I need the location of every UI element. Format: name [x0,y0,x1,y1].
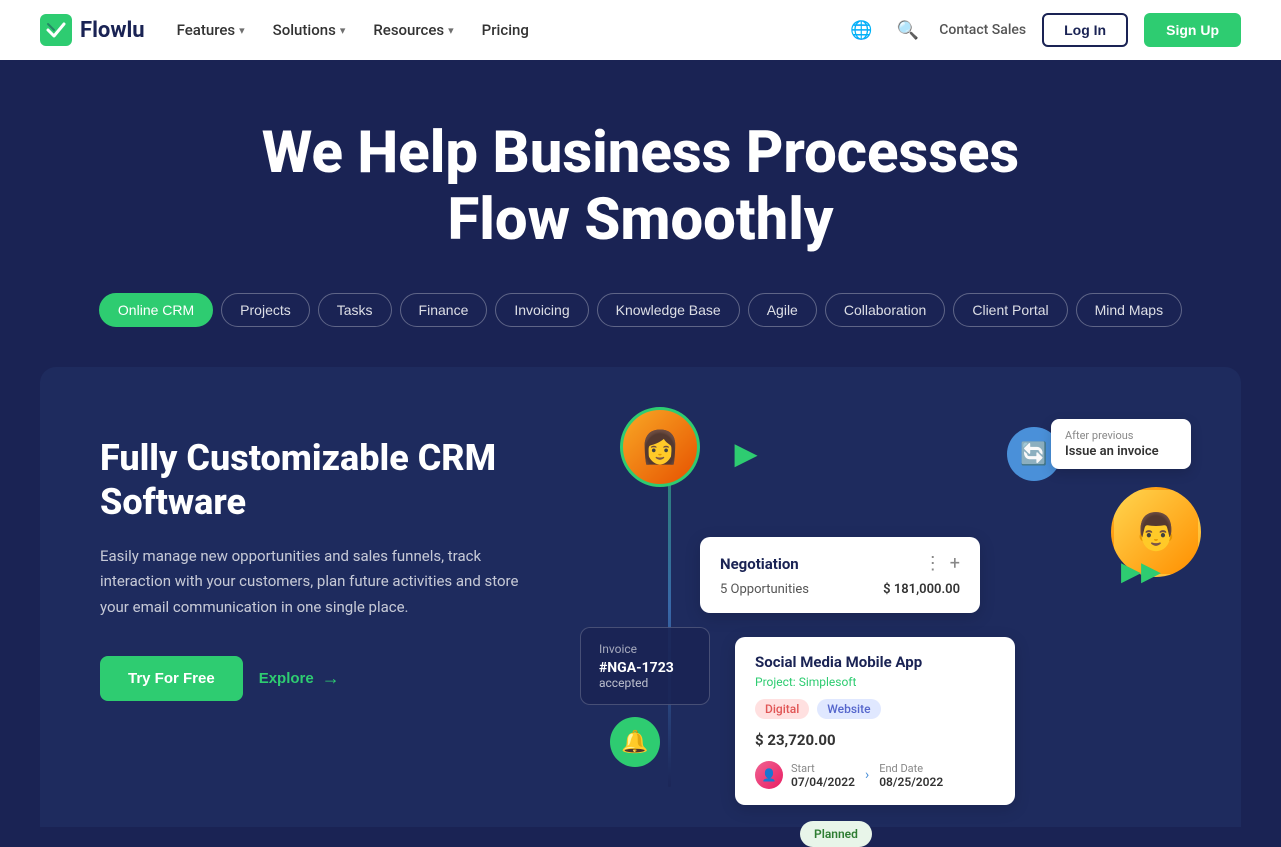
card-actions: ⋮ + [924,553,960,574]
notification-bell[interactable]: 🔔 [610,717,660,767]
negotiation-card-header: Negotiation ⋮ + [720,553,960,574]
tab-finance[interactable]: Finance [400,293,488,327]
more-options-icon[interactable]: ⋮ [924,553,942,574]
crm-description: Easily manage new opportunities and sale… [100,544,520,621]
social-card-tags: Digital Website [755,699,995,719]
avatar-woman: 👩 [620,407,700,487]
tab-knowledge-base[interactable]: Knowledge Base [597,293,740,327]
tab-projects[interactable]: Projects [221,293,310,327]
nav-solutions[interactable]: Solutions ▾ [273,21,346,39]
date-arrow-icon: › [865,767,869,783]
hero-headline: We Help Business Processes Flow Smoothly [191,120,1091,253]
hero-section: We Help Business Processes Flow Smoothly… [0,60,1281,327]
tab-client-portal[interactable]: Client Portal [953,293,1067,327]
tab-invoicing[interactable]: Invoicing [495,293,588,327]
social-card-project: Project: Simplesoft [755,675,995,689]
negotiation-amount: $ 181,000.00 [883,582,960,597]
social-card-title: Social Media Mobile App [755,653,995,671]
logo-text: Flowlu [80,18,145,43]
search-icon[interactable]: 🔍 [893,16,923,45]
nav-pricing[interactable]: Pricing [482,21,529,39]
end-label: End Date [879,762,943,775]
date-range: Start 07/04/2022 › End Date 08/25/2022 [791,762,943,789]
social-card-dates: 👤 Start 07/04/2022 › End Date 08/25/2022 [755,761,995,789]
social-card-amount: $ 23,720.00 [755,731,995,749]
nav-right: 🌐 🔍 Contact Sales Log In Sign Up [846,13,1241,47]
tab-agile[interactable]: Agile [748,293,817,327]
globe-icon[interactable]: 🌐 [846,16,876,45]
tag-digital: Digital [755,699,809,719]
start-label: Start [791,762,855,775]
cta-buttons: Try For Free Explore → [100,656,520,701]
play-icon: ▶ [735,437,757,470]
signup-button[interactable]: Sign Up [1144,13,1241,47]
crm-content-section: Fully Customizable CRM Software Easily m… [40,367,1241,827]
logo[interactable]: Flowlu [40,14,145,46]
add-icon[interactable]: + [950,553,960,574]
navbar: Flowlu Features ▾ Solutions ▾ Resources … [0,0,1281,60]
invoice-status: accepted [599,676,691,690]
try-for-free-button[interactable]: Try For Free [100,656,243,701]
negotiation-stats: 5 Opportunities $ 181,000.00 [720,582,960,597]
after-previous-label: After previous [1065,429,1177,442]
tab-tasks[interactable]: Tasks [318,293,392,327]
opportunities-count: 5 Opportunities [720,582,809,597]
after-previous-card: After previous Issue an invoice [1051,419,1191,469]
chevron-down-icon: ▾ [239,24,245,37]
double-arrow-icon: ▶▶ [1121,557,1161,587]
social-media-card: Social Media Mobile App Project: Simples… [735,637,1015,805]
avatar-small: 👤 [755,761,783,789]
planned-badge: Planned [800,821,872,847]
nav-links: Features ▾ Solutions ▾ Resources ▾ Prici… [177,21,815,39]
negotiation-card: Negotiation ⋮ + 5 Opportunities $ 181,00… [700,537,980,613]
end-date: 08/25/2022 [879,775,943,789]
crm-illustration: 👩 ▶ 🔄 After previous Issue an invoice Ne… [580,427,1181,827]
explore-button[interactable]: Explore → [259,668,340,689]
start-date: 07/04/2022 [791,775,855,789]
login-button[interactable]: Log In [1042,13,1128,47]
end-date-group: End Date 08/25/2022 [879,762,943,789]
invoice-box: Invoice #NGA-1723 accepted [580,627,710,705]
tab-online-crm[interactable]: Online CRM [99,293,213,327]
crm-left-panel: Fully Customizable CRM Software Easily m… [100,427,520,701]
feature-tabs: Online CRM Projects Tasks Finance Invoic… [40,293,1241,327]
start-date-group: Start 07/04/2022 [791,762,855,789]
crm-heading: Fully Customizable CRM Software [100,437,520,523]
tag-website: Website [817,699,880,719]
tab-collaboration[interactable]: Collaboration [825,293,946,327]
chevron-down-icon: ▾ [340,24,346,37]
negotiation-title: Negotiation [720,555,799,573]
arrow-right-icon: → [322,668,340,689]
nav-resources[interactable]: Resources ▾ [373,21,453,39]
chevron-down-icon: ▾ [448,24,454,37]
tab-mind-maps[interactable]: Mind Maps [1076,293,1182,327]
contact-sales-link[interactable]: Contact Sales [939,22,1026,38]
invoice-number: #NGA-1723 [599,660,691,676]
nav-features[interactable]: Features ▾ [177,21,245,39]
after-previous-value: Issue an invoice [1065,444,1177,459]
invoice-label: Invoice [599,642,691,656]
